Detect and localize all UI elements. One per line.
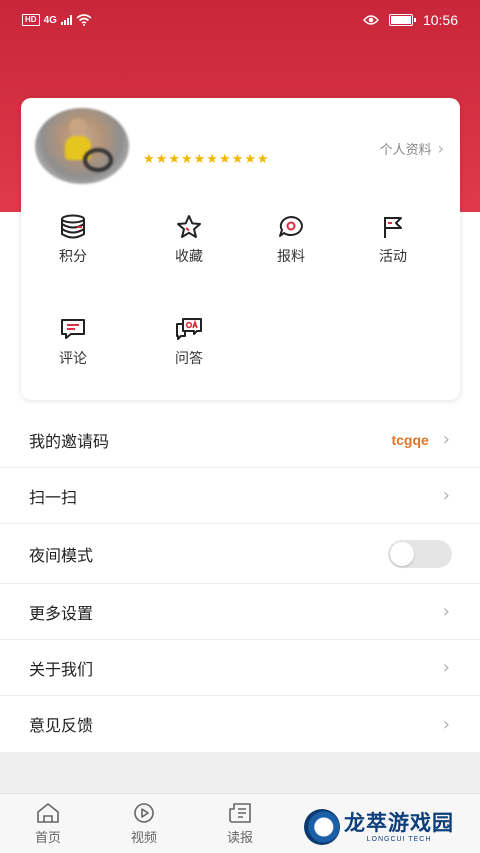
watermark-text: 龙萃游戏园 LONGCUI TECH bbox=[344, 812, 454, 843]
signal-icon bbox=[60, 15, 72, 25]
tab-video[interactable]: 视频 bbox=[114, 802, 174, 846]
eye-comfort-icon bbox=[363, 15, 379, 25]
profile-card: ★★★★★★★★★★ 个人资料 › 积分 收藏 报料 活动 评论 问答 bbox=[21, 98, 460, 400]
chevron-right-icon: › bbox=[442, 657, 450, 678]
chevron-right-icon: › bbox=[442, 485, 450, 506]
shortcut-label: 积分 bbox=[59, 248, 87, 264]
rating-stars: ★★★★★★★★★★ bbox=[143, 151, 269, 166]
avatar[interactable] bbox=[35, 108, 129, 184]
shortcut-qa[interactable]: 问答 bbox=[151, 316, 227, 368]
flag-icon bbox=[384, 217, 402, 238]
status-bar: HD 4G 10:56 bbox=[0, 0, 480, 40]
menu-label: 扫一扫 bbox=[29, 489, 78, 507]
watermark-en: LONGCUI TECH bbox=[366, 835, 432, 843]
shortcut-label: 收藏 bbox=[175, 248, 203, 264]
menu-about[interactable]: 关于我们 › bbox=[0, 640, 480, 696]
menu-label: 更多设置 bbox=[29, 605, 94, 623]
star-icon: ★ bbox=[218, 151, 232, 166]
menu-feedback[interactable]: 意见反馈 › bbox=[0, 696, 480, 752]
home-icon bbox=[37, 803, 59, 823]
star-icon: ★ bbox=[193, 151, 207, 166]
star-icon: ★ bbox=[155, 151, 169, 166]
watermark-cn: 龙萃游戏园 bbox=[344, 811, 454, 835]
shortcut-label: 活动 bbox=[379, 248, 407, 264]
tab-label: 视频 bbox=[130, 830, 157, 845]
menu-label: 意见反馈 bbox=[29, 718, 94, 735]
star-icon: ★ bbox=[143, 151, 156, 166]
star-icon: ★ bbox=[231, 151, 245, 166]
menu-label: 我的邀请码 bbox=[29, 433, 110, 451]
status-time: 10:56 bbox=[422, 12, 458, 28]
menu-invite-code[interactable]: 我的邀请码 tcgqe › bbox=[0, 412, 480, 468]
chevron-right-icon: › bbox=[442, 713, 450, 735]
shortcut-favorites[interactable]: 收藏 bbox=[151, 214, 227, 266]
shortcut-comments[interactable]: 评论 bbox=[35, 316, 111, 368]
shortcut-report[interactable]: 报料 bbox=[253, 214, 329, 266]
watermark-logo: 龙萃游戏园 LONGCUI TECH bbox=[304, 805, 464, 849]
night-mode-toggle[interactable] bbox=[388, 539, 452, 568]
shortcut-label: 评论 bbox=[59, 350, 87, 366]
shortcut-points[interactable]: 积分 bbox=[35, 214, 111, 266]
star-icon: ★ bbox=[244, 151, 257, 166]
comment-icon bbox=[61, 319, 85, 339]
shortcut-label: 报料 bbox=[277, 248, 305, 264]
menu-more-settings[interactable]: 更多设置 › bbox=[0, 584, 480, 640]
wifi-icon bbox=[76, 14, 92, 26]
network-type: 4G bbox=[43, 14, 57, 26]
shortcut-label: 问答 bbox=[175, 350, 203, 366]
chevron-right-icon: › bbox=[437, 139, 444, 158]
battery-icon bbox=[388, 14, 416, 26]
video-play-icon bbox=[134, 803, 154, 823]
profile-link-label: 个人资料 bbox=[379, 142, 432, 157]
tab-label: 首页 bbox=[34, 830, 61, 845]
qa-icon bbox=[176, 318, 202, 340]
star-icon bbox=[177, 215, 201, 238]
menu-label: 夜间模式 bbox=[29, 547, 94, 565]
settings-menu: 我的邀请码 tcgqe › 扫一扫 › 夜间模式 更多设置 › 关于我们 › 意… bbox=[0, 412, 480, 752]
star-icon: ★ bbox=[256, 151, 270, 166]
shortcut-events[interactable]: 活动 bbox=[355, 214, 431, 266]
toggle-knob bbox=[390, 541, 414, 566]
invite-code-value: tcgqe bbox=[391, 431, 429, 448]
chevron-right-icon: › bbox=[442, 429, 450, 450]
menu-scan[interactable]: 扫一扫 › bbox=[0, 468, 480, 524]
report-bubble-icon bbox=[279, 216, 303, 237]
menu-label: 关于我们 bbox=[29, 661, 94, 679]
profile-link[interactable]: 个人资料 › bbox=[380, 139, 444, 158]
menu-night-mode: 夜间模式 bbox=[0, 524, 480, 584]
newspaper-icon bbox=[229, 803, 251, 823]
tab-home[interactable]: 首页 bbox=[18, 802, 78, 846]
status-left: HD 4G bbox=[22, 14, 92, 26]
status-right: 10:56 bbox=[363, 12, 458, 28]
tab-read[interactable]: 读报 bbox=[210, 802, 270, 846]
star-icon: ★ bbox=[168, 151, 181, 166]
star-icon: ★ bbox=[180, 151, 194, 166]
coins-stack-icon bbox=[61, 214, 85, 239]
star-icon: ★ bbox=[206, 151, 219, 166]
watermark-emblem bbox=[304, 809, 340, 845]
chevron-right-icon: › bbox=[442, 601, 450, 622]
hd-badge: HD bbox=[22, 14, 40, 26]
tab-label: 读报 bbox=[226, 830, 253, 845]
